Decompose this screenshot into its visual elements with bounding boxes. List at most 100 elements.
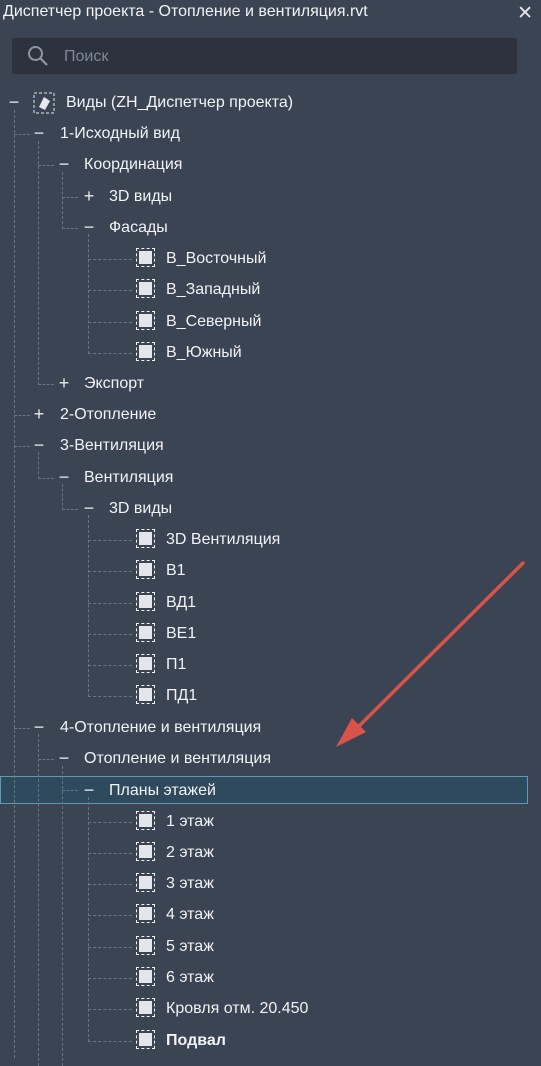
tree-leaf[interactable]: В1 — [0, 555, 520, 586]
tree-node-1-export[interactable]: + Экспорт — [0, 368, 520, 399]
collapse-icon[interactable]: − — [81, 212, 97, 243]
tree-leaf[interactable]: П1 — [0, 649, 520, 680]
tree-label: 2-Отопление — [60, 406, 157, 423]
tree-label: 4-Отопление и вентиляция — [60, 719, 262, 736]
tree-label: Отопление и вентиляция — [84, 750, 271, 767]
collapse-icon[interactable]: − — [56, 462, 72, 493]
tree-node-4[interactable]: − 4-Отопление и вентиляция — [0, 712, 520, 743]
collapse-icon[interactable]: − — [56, 743, 72, 774]
expand-icon[interactable]: + — [31, 399, 47, 430]
tree-node-1-coord-3d[interactable]: + 3D виды — [0, 181, 520, 212]
tree-label: 3D Вентиляция — [166, 531, 281, 548]
tree-label: Координация — [84, 156, 183, 173]
tree-label: 6 этаж — [166, 969, 214, 986]
tree-node-3-vent-3d[interactable]: − 3D виды — [0, 493, 520, 524]
tree-leaf[interactable]: ВЕ1 — [0, 618, 520, 649]
view-checkbox[interactable] — [136, 560, 155, 579]
view-checkbox[interactable] — [136, 998, 155, 1017]
tree-label: Планы этажей — [109, 782, 216, 799]
tree-node-2[interactable]: + 2-Отопление — [0, 399, 520, 430]
tree-leaf[interactable]: 3D Вентиляция — [0, 524, 520, 555]
tree-node-4-floor-plans[interactable]: − Планы этажей — [0, 775, 520, 806]
tree-label: Виды (ZH_Диспетчер проекта) — [66, 94, 294, 111]
title-bar: Диспетчер проекта - Отопление и вентиляц… — [0, 0, 541, 26]
expand-icon[interactable]: + — [56, 368, 72, 399]
tree-node-3[interactable]: − 3-Вентиляция — [0, 430, 520, 461]
view-checkbox[interactable] — [136, 623, 155, 642]
view-checkbox[interactable] — [136, 967, 155, 986]
tree-label: В_Южный — [166, 344, 242, 361]
tree-node-views-root[interactable]: − Виды (ZH_Диспетчер проекта) — [0, 87, 520, 118]
view-checkbox[interactable] — [136, 311, 155, 330]
expand-icon[interactable]: + — [81, 181, 97, 212]
tree-label: В_Восточный — [166, 250, 267, 267]
tree-label: В1 — [166, 562, 186, 579]
view-checkbox[interactable] — [136, 654, 155, 673]
tree-node-3-ventilation[interactable]: − Вентиляция — [0, 462, 520, 493]
tree-leaf[interactable]: 5 этаж — [0, 931, 520, 962]
tree-leaf[interactable]: 6 этаж — [0, 962, 520, 993]
tree-label: ВЕ1 — [166, 625, 197, 642]
search-icon — [28, 46, 48, 66]
tree-node-1[interactable]: − 1-Исходный вид — [0, 118, 520, 149]
tree-label: 1-Исходный вид — [60, 125, 180, 142]
tree-node-1-coord-facades[interactable]: − Фасады — [0, 212, 520, 243]
window-title: Диспетчер проекта - Отопление и вентиляц… — [3, 3, 368, 20]
collapse-icon[interactable]: − — [6, 87, 22, 118]
tree-label: ПД1 — [166, 687, 198, 704]
search-box[interactable] — [12, 38, 517, 76]
tree-label: 3D виды — [109, 188, 173, 205]
tree-leaf[interactable]: ПД1 — [0, 680, 520, 711]
view-checkbox[interactable] — [136, 685, 155, 704]
view-checkbox[interactable] — [136, 529, 155, 548]
tree-label: 5 этаж — [166, 938, 214, 955]
tree-label: ВД1 — [166, 594, 197, 611]
views-root-icon — [33, 92, 55, 114]
view-checkbox[interactable] — [136, 279, 155, 298]
tree-label: Фасады — [109, 219, 168, 236]
tree-leaf[interactable]: Подвал — [0, 1025, 520, 1056]
view-checkbox[interactable] — [136, 842, 155, 861]
tree-label: Вентиляция — [84, 469, 174, 486]
tree-label: 4 этаж — [166, 906, 214, 923]
tree-leaf[interactable]: 2 этаж — [0, 837, 520, 868]
view-checkbox[interactable] — [136, 592, 155, 611]
collapse-icon[interactable]: − — [31, 430, 47, 461]
collapse-icon[interactable]: − — [31, 118, 47, 149]
tree-leaf[interactable]: В_Восточный — [0, 243, 520, 274]
tree-label: 3-Вентиляция — [60, 437, 164, 454]
view-checkbox[interactable] — [136, 248, 155, 267]
tree-label: 2 этаж — [166, 844, 214, 861]
tree-label: 3D виды — [109, 500, 173, 517]
tree-label: Кровля отм. 20.450 — [166, 1000, 309, 1017]
close-icon[interactable]: ✕ — [517, 2, 533, 25]
collapse-icon[interactable]: − — [81, 493, 97, 524]
search-input[interactable] — [62, 38, 506, 76]
tree-label: 3 этаж — [166, 875, 214, 892]
tree-leaf[interactable]: В_Южный — [0, 337, 520, 368]
tree-label: Экспорт — [84, 375, 145, 392]
tree-leaf[interactable]: 3 этаж — [0, 868, 520, 899]
view-checkbox[interactable] — [136, 904, 155, 923]
tree-leaf[interactable]: В_Северный — [0, 306, 520, 337]
tree-leaf[interactable]: В_Западный — [0, 274, 520, 305]
view-checkbox[interactable] — [136, 811, 155, 830]
collapse-icon[interactable]: − — [31, 712, 47, 743]
view-checkbox[interactable] — [136, 936, 155, 955]
tree-leaf[interactable]: Кровля отм. 20.450 — [0, 993, 520, 1024]
tree-label: Подвал — [166, 1032, 226, 1049]
tree-node-1-coordination[interactable]: − Координация — [0, 149, 520, 180]
view-checkbox[interactable] — [136, 873, 155, 892]
tree-leaf[interactable]: 4 этаж — [0, 899, 520, 930]
collapse-icon[interactable]: − — [56, 149, 72, 180]
tree-leaf[interactable]: ВД1 — [0, 587, 520, 618]
tree-label: П1 — [166, 656, 187, 673]
view-checkbox[interactable] — [136, 342, 155, 361]
tree-label: В_Западный — [166, 281, 261, 298]
tree-leaf[interactable]: 1 этаж — [0, 806, 520, 837]
tree-label: В_Северный — [166, 313, 262, 330]
tree-node-4-heating-ventilation[interactable]: − Отопление и вентиляция — [0, 743, 520, 774]
collapse-icon[interactable]: − — [81, 775, 97, 806]
tree-label: 1 этаж — [166, 813, 214, 830]
view-checkbox[interactable] — [136, 1030, 155, 1049]
